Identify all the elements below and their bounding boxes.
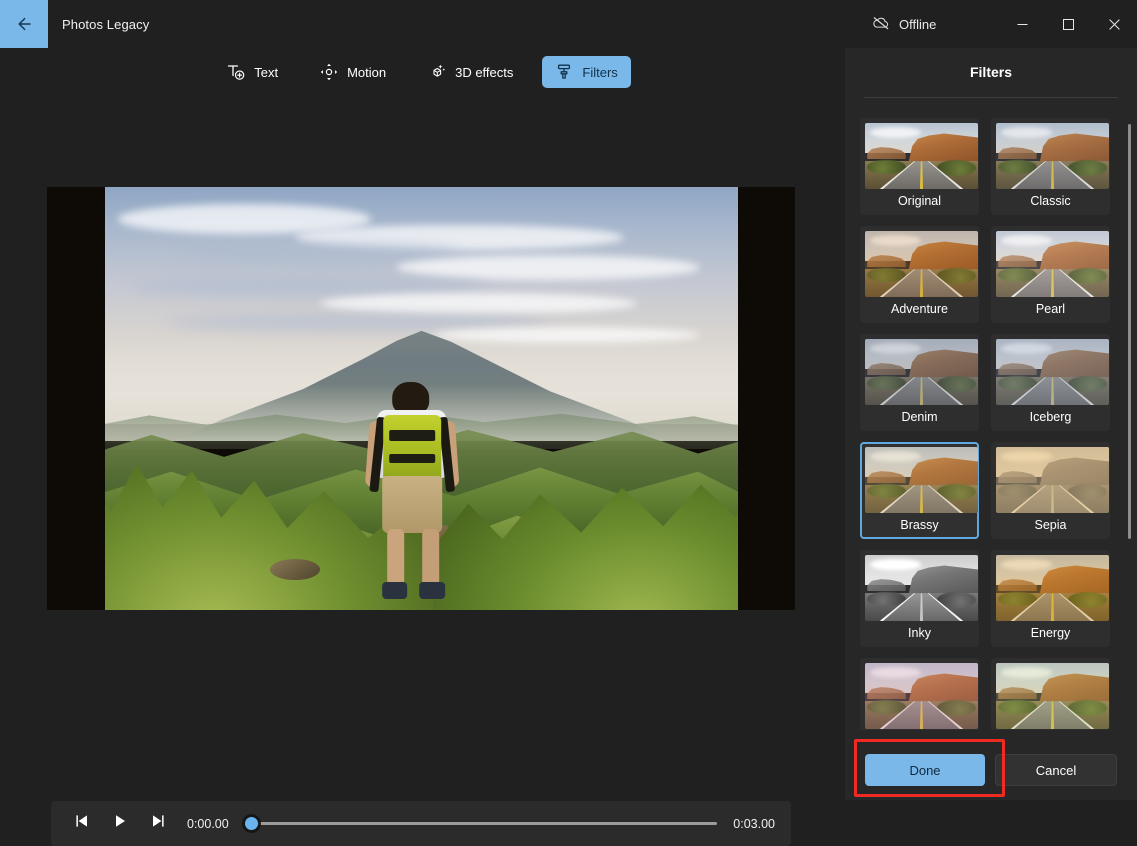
panel-footer: Done Cancel (845, 740, 1137, 800)
scrollbar-thumb[interactable] (1128, 124, 1131, 539)
filter-tile-energy[interactable]: Energy (991, 550, 1110, 647)
title-bar: Photos Legacy Offline (0, 0, 1137, 48)
filter-tile-10[interactable] (860, 658, 979, 730)
filter-label: Adventure (891, 302, 948, 316)
filter-tint-overlay (865, 123, 978, 189)
filter-label: Inky (908, 626, 931, 640)
previous-frame-button[interactable] (63, 808, 101, 840)
next-frame-button[interactable] (139, 808, 177, 840)
filter-tint-overlay (996, 447, 1109, 513)
filter-tint-overlay (996, 663, 1109, 729)
filters-brush-icon (555, 63, 573, 81)
done-button[interactable]: Done (865, 754, 985, 786)
filter-tile-inky[interactable]: Inky (860, 550, 979, 647)
filter-label: Iceberg (1029, 410, 1072, 424)
close-button[interactable] (1091, 0, 1137, 48)
tool-motion-label: Motion (347, 64, 387, 80)
tool-3d-effects-label: 3D effects (455, 64, 514, 80)
filter-thumbnail (865, 123, 978, 189)
panel-divider (864, 97, 1118, 98)
filter-label (996, 729, 1105, 730)
filter-tint-overlay (996, 231, 1109, 297)
editor-stage: 0:00.00 0:03.00 (0, 96, 845, 846)
filter-tile-original[interactable]: Original (860, 118, 979, 215)
tool-filters-button[interactable]: Filters (542, 56, 631, 88)
filter-label: Original (897, 194, 942, 208)
cancel-button[interactable]: Cancel (995, 754, 1117, 786)
offline-status[interactable]: Offline (872, 0, 936, 48)
video-preview[interactable] (47, 187, 795, 610)
tool-filters-label: Filters (582, 64, 618, 80)
play-icon (112, 814, 128, 833)
motion-icon (320, 63, 338, 81)
filter-label: Denim (901, 410, 938, 424)
filter-thumbnail (996, 339, 1109, 405)
filter-label: Classic (1030, 194, 1071, 208)
filter-label: Pearl (1035, 302, 1066, 316)
filter-tint-overlay (996, 555, 1109, 621)
filter-thumbnail (865, 339, 978, 405)
filter-tint-overlay (996, 339, 1109, 405)
current-time-label: 0:00.00 (187, 816, 229, 831)
seek-track (245, 822, 717, 825)
playback-bar: 0:00.00 0:03.00 (51, 801, 791, 846)
filter-label (865, 729, 974, 730)
filter-tile-pearl[interactable]: Pearl (991, 226, 1110, 323)
window-controls (999, 0, 1137, 48)
filter-thumbnail (996, 231, 1109, 297)
filters-grid[interactable]: Original Classic Adventure Pearl Denim Iceber… (845, 110, 1137, 730)
filters-scrollbar[interactable] (1128, 124, 1131, 710)
minimize-button[interactable] (999, 0, 1045, 48)
app-title: Photos Legacy (62, 16, 150, 32)
tool-text-label: Text (254, 64, 279, 80)
preview-photo (105, 187, 738, 610)
previous-frame-icon (74, 814, 90, 833)
filter-label: Energy (1030, 626, 1071, 640)
filters-panel: Filters Original Classic Adventure Pearl Den… (845, 48, 1137, 800)
filter-thumbnail (865, 447, 978, 513)
filter-tint-overlay (865, 555, 978, 621)
filter-thumbnail (996, 555, 1109, 621)
tool-motion-button[interactable]: Motion (307, 56, 399, 88)
photos-legacy-window: Photos Legacy Offline Text Motion 3D eff… (0, 0, 1137, 846)
maximize-button[interactable] (1045, 0, 1091, 48)
filter-thumbnail (996, 447, 1109, 513)
panel-title: Filters (969, 64, 1012, 80)
filter-tile-classic[interactable]: Classic (991, 118, 1110, 215)
filter-label: Sepia (1034, 518, 1067, 532)
tool-text-button[interactable]: Text (214, 56, 291, 88)
play-button[interactable] (101, 808, 139, 840)
filter-tint-overlay (865, 339, 978, 405)
seek-slider[interactable] (245, 815, 717, 833)
filter-tile-brassy[interactable]: Brassy (860, 442, 979, 539)
filter-thumbnail (865, 663, 978, 729)
filter-tile-denim[interactable]: Denim (860, 334, 979, 431)
filter-tile-adventure[interactable]: Adventure (860, 226, 979, 323)
filter-tint-overlay (865, 663, 978, 729)
offline-label: Offline (899, 16, 937, 32)
tool-3d-effects-button[interactable]: 3D effects (415, 56, 526, 88)
filter-tint-overlay (996, 123, 1109, 189)
text-add-icon (227, 63, 245, 81)
hiker-figure (358, 381, 466, 602)
editor-toolbar: Text Motion 3D effects Filters (0, 48, 845, 96)
filter-thumbnail (996, 663, 1109, 729)
3d-effects-icon (428, 63, 446, 81)
filter-tile-11[interactable] (991, 658, 1110, 730)
filter-thumbnail (865, 231, 978, 297)
filter-thumbnail (865, 555, 978, 621)
filter-tint-overlay (865, 447, 978, 513)
filter-tile-sepia[interactable]: Sepia (991, 442, 1110, 539)
filter-tint-overlay (865, 231, 978, 297)
total-time-label: 0:03.00 (733, 816, 775, 831)
back-button[interactable] (0, 0, 48, 48)
cloud-offline-icon (872, 15, 890, 34)
filter-tile-iceberg[interactable]: Iceberg (991, 334, 1110, 431)
filter-thumbnail (996, 123, 1109, 189)
seek-thumb[interactable] (245, 817, 258, 830)
filter-label: Brassy (900, 518, 939, 532)
back-arrow-icon (15, 15, 33, 33)
next-frame-icon (150, 814, 166, 833)
